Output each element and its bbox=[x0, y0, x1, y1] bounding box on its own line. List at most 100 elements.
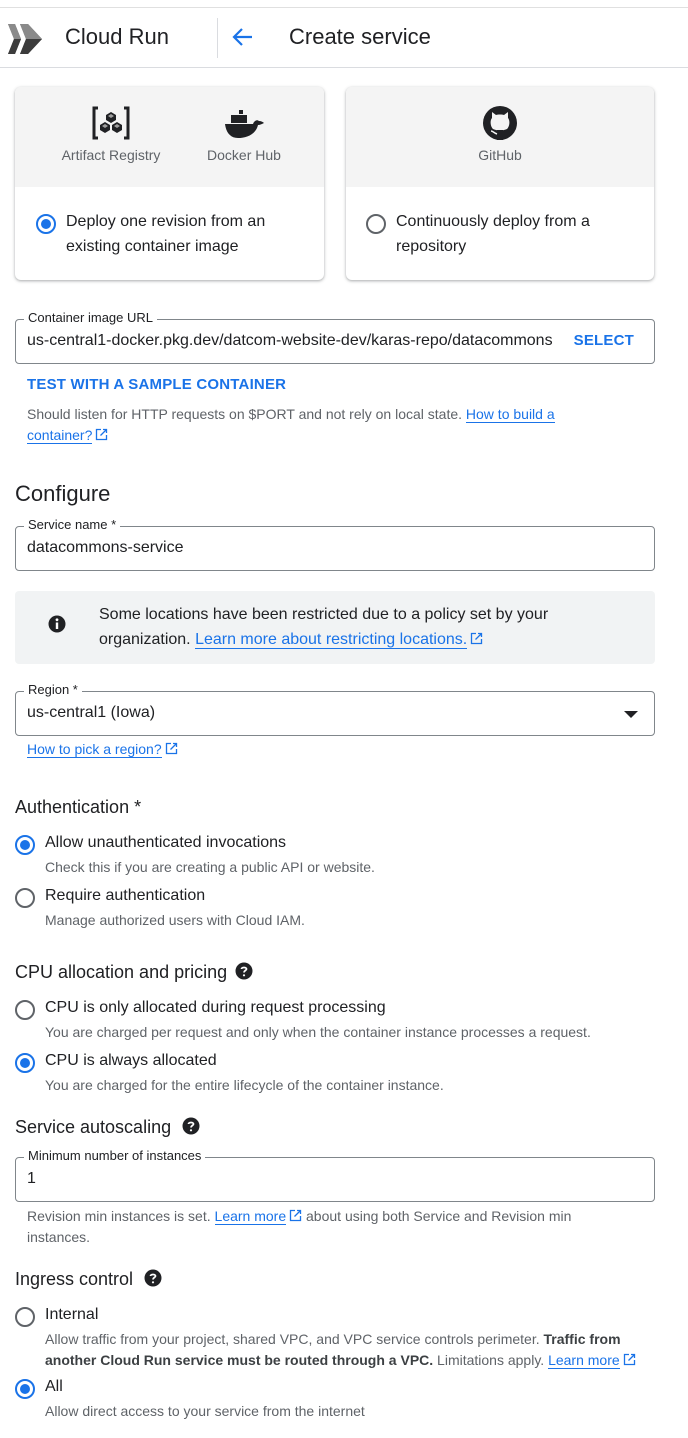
pick-region-link[interactable]: How to pick a region? bbox=[27, 741, 162, 758]
docker-hub-icon bbox=[225, 110, 264, 138]
option-line: Deploy one revision from an bbox=[66, 213, 266, 230]
option-label: Require authentication bbox=[45, 887, 206, 904]
option-label: CPU is always allocated bbox=[45, 1052, 217, 1069]
deploy-option-card-continuous[interactable]: GitHub Continuously deploy from a reposi… bbox=[346, 87, 654, 280]
link-text: Learn more bbox=[548, 1352, 620, 1368]
option-label: Internal bbox=[45, 1306, 99, 1323]
desc-text: Allow traffic from your project, shared … bbox=[45, 1331, 544, 1347]
require-authentication-radio[interactable] bbox=[15, 888, 35, 908]
help-icon[interactable] bbox=[182, 1117, 200, 1135]
select-image-button[interactable]: SELECT bbox=[574, 332, 634, 349]
heading-text: Ingress control bbox=[15, 1269, 134, 1289]
info-icon bbox=[48, 615, 66, 633]
arrow-back-icon[interactable] bbox=[228, 22, 258, 52]
allow-unauthenticated-radio[interactable] bbox=[15, 835, 35, 855]
min-instances-field[interactable]: Minimum number of instances bbox=[15, 1148, 655, 1202]
deploy-option-text: Deploy one revision from an existing con… bbox=[66, 209, 265, 259]
link-text: How to pick a region? bbox=[27, 741, 162, 757]
autoscaling-heading: Service autoscaling bbox=[15, 1117, 200, 1138]
source-github: GitHub bbox=[460, 105, 540, 163]
source-docker-hub: Docker Hub bbox=[201, 105, 287, 163]
desc-text: Limitations apply. bbox=[433, 1352, 549, 1368]
help-icon[interactable] bbox=[144, 1269, 162, 1287]
page-title: Create service bbox=[289, 24, 431, 49]
external-link-icon bbox=[471, 632, 483, 645]
artifact-registry-icon bbox=[92, 106, 130, 140]
hint-text: Revision min instances is set. bbox=[27, 1208, 215, 1224]
restricting-locations-link[interactable]: Learn more about restricting locations. bbox=[195, 631, 468, 649]
card-source-area: GitHub bbox=[346, 87, 654, 187]
min-instances-input[interactable] bbox=[27, 1170, 627, 1188]
link-text: container? bbox=[27, 427, 93, 443]
card-option-area: Deploy one revision from an existing con… bbox=[15, 187, 324, 280]
source-artifact-registry: Artifact Registry bbox=[57, 105, 165, 163]
region-select[interactable]: Region * us-central1 (Iowa) bbox=[15, 682, 655, 736]
test-sample-container-button[interactable]: TEST WITH A SAMPLE CONTAINER bbox=[27, 376, 286, 393]
cpu-allocation-heading: CPU allocation and pricing bbox=[15, 962, 253, 983]
option-line: repository bbox=[396, 238, 467, 255]
container-image-url-field[interactable]: Container image URL SELECT bbox=[15, 310, 655, 364]
app-header: Cloud Run Create service bbox=[0, 8, 688, 68]
external-link-icon bbox=[623, 1353, 635, 1366]
external-link-icon bbox=[289, 1209, 302, 1222]
header-divider bbox=[217, 18, 218, 58]
continuous-deploy-radio[interactable] bbox=[366, 214, 386, 234]
hint-text: about using both Service and Revision mi… bbox=[302, 1208, 572, 1224]
service-name-field[interactable]: Service name * bbox=[15, 517, 655, 571]
external-link-icon bbox=[165, 742, 177, 755]
deploy-option-card-revision[interactable]: Artifact Registry Docker Hub Deploy one … bbox=[15, 87, 324, 280]
min-instances-input-wrap[interactable] bbox=[27, 1170, 627, 1188]
ingress-all-radio[interactable] bbox=[15, 1379, 35, 1399]
service-name-input-wrap[interactable] bbox=[27, 539, 627, 557]
how-to-build-link-cont[interactable]: container? bbox=[27, 427, 93, 444]
card-option-area: Continuously deploy from a repository bbox=[346, 187, 654, 280]
notice-text: Some locations have been restricted due … bbox=[99, 602, 639, 652]
configure-heading: Configure bbox=[15, 481, 111, 506]
option-desc: You are charged per request and only whe… bbox=[45, 1024, 591, 1040]
cpu-request-only-radio[interactable] bbox=[15, 1000, 35, 1020]
region-value: us-central1 (Iowa) bbox=[27, 704, 156, 721]
option-label: CPU is only allocated during request pro… bbox=[45, 999, 386, 1016]
desc-bold: Traffic from bbox=[543, 1331, 621, 1347]
source-label: Docker Hub bbox=[207, 147, 281, 163]
autoscaling-hint: Revision min instances is set. Learn mor… bbox=[27, 1206, 647, 1248]
link-text: Learn more bbox=[214, 1208, 287, 1224]
desc-bold: another Cloud Run service must be routed… bbox=[45, 1352, 434, 1368]
option-line: Continuously deploy from a bbox=[396, 213, 590, 230]
option-label: All bbox=[45, 1378, 63, 1395]
heading-text: Service autoscaling bbox=[15, 1117, 172, 1137]
hint-text: Should listen for HTTP requests on $PORT… bbox=[27, 406, 466, 422]
container-image-url-text[interactable] bbox=[27, 332, 557, 350]
ingress-learn-more-link[interactable]: Learn more bbox=[548, 1352, 620, 1369]
region-hint: How to pick a region? bbox=[27, 739, 178, 760]
option-desc: Manage authorized users with Cloud IAM. bbox=[45, 912, 305, 928]
authentication-heading: Authentication * bbox=[15, 797, 142, 817]
hint-text: instances. bbox=[27, 1229, 91, 1245]
how-to-build-link[interactable]: How to build a bbox=[465, 406, 555, 423]
link-text: How to build a bbox=[465, 406, 555, 422]
source-label: Artifact Registry bbox=[61, 147, 161, 163]
ingress-internal-radio[interactable] bbox=[15, 1307, 35, 1327]
autoscaling-learn-more-link[interactable]: Learn more bbox=[214, 1208, 287, 1225]
location-restriction-notice: Some locations have been restricted due … bbox=[15, 591, 655, 664]
service-name-input[interactable] bbox=[27, 539, 627, 557]
heading-text: CPU allocation and pricing bbox=[15, 962, 228, 982]
container-hint: Should listen for HTTP requests on $PORT… bbox=[27, 404, 647, 446]
option-desc: Allow traffic from your project, shared … bbox=[45, 1329, 636, 1371]
github-icon bbox=[483, 106, 517, 140]
dropdown-arrow-icon[interactable] bbox=[624, 711, 638, 718]
help-icon[interactable] bbox=[235, 962, 253, 980]
option-desc: Allow direct access to your service from… bbox=[45, 1403, 365, 1419]
field-label: Container image URL bbox=[24, 310, 158, 325]
option-desc: You are charged for the entire lifecycle… bbox=[45, 1077, 444, 1093]
source-label: GitHub bbox=[478, 147, 522, 163]
app-title[interactable]: Cloud Run bbox=[65, 24, 169, 50]
field-label: Service name * bbox=[24, 517, 121, 532]
card-source-area: Artifact Registry Docker Hub bbox=[15, 87, 324, 187]
cpu-always-radio[interactable] bbox=[15, 1053, 35, 1073]
container-image-url-input[interactable] bbox=[27, 332, 557, 350]
deploy-revision-radio[interactable] bbox=[36, 214, 56, 234]
ingress-heading: Ingress control bbox=[15, 1269, 162, 1290]
option-desc: Check this if you are creating a public … bbox=[45, 859, 375, 875]
field-label: Region * bbox=[24, 682, 82, 697]
